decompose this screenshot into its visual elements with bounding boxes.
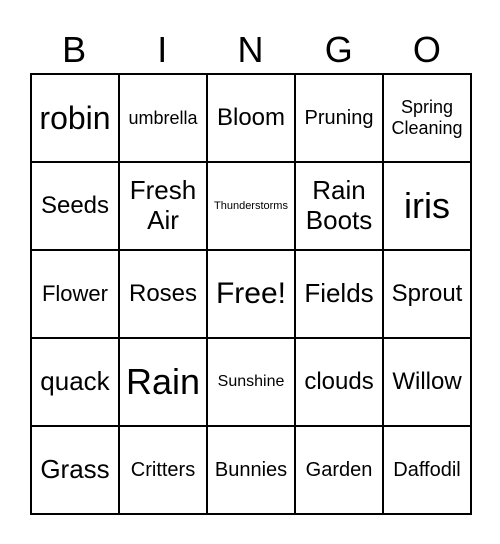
- bingo-cell[interactable]: iris: [383, 162, 471, 250]
- bingo-cell[interactable]: Bunnies: [207, 426, 295, 514]
- bingo-cell[interactable]: Bloom: [207, 74, 295, 162]
- header-letter: G: [324, 29, 353, 70]
- bingo-cell[interactable]: Pruning: [295, 74, 383, 162]
- header-letter: B: [62, 29, 87, 70]
- bingo-cell[interactable]: Willow: [383, 338, 471, 426]
- bingo-cell[interactable]: Daffodil: [383, 426, 471, 514]
- bingo-cell[interactable]: Sunshine: [207, 338, 295, 426]
- free-cell[interactable]: Free!: [207, 250, 295, 338]
- bingo-cell[interactable]: Seeds: [31, 162, 119, 250]
- bingo-cell[interactable]: Thunderstorms: [207, 162, 295, 250]
- header-letter: I: [157, 29, 168, 70]
- bingo-grid: robin umbrella Bloom Pruning Spring Clea…: [30, 73, 472, 515]
- bingo-cell[interactable]: robin: [31, 74, 119, 162]
- bingo-header: B I N G O: [30, 28, 471, 72]
- bingo-cell[interactable]: Roses: [119, 250, 207, 338]
- bingo-cell[interactable]: Rain: [119, 338, 207, 426]
- bingo-cell[interactable]: Fields: [295, 250, 383, 338]
- header-letter: O: [412, 29, 441, 70]
- bingo-cell[interactable]: quack: [31, 338, 119, 426]
- bingo-cell[interactable]: Grass: [31, 426, 119, 514]
- bingo-cell[interactable]: Fresh Air: [119, 162, 207, 250]
- bingo-cell[interactable]: Garden: [295, 426, 383, 514]
- bingo-cell[interactable]: clouds: [295, 338, 383, 426]
- bingo-cell[interactable]: Spring Cleaning: [383, 74, 471, 162]
- bingo-cell[interactable]: Rain Boots: [295, 162, 383, 250]
- bingo-cell[interactable]: Critters: [119, 426, 207, 514]
- bingo-cell[interactable]: umbrella: [119, 74, 207, 162]
- bingo-cell[interactable]: Flower: [31, 250, 119, 338]
- bingo-cell[interactable]: Sprout: [383, 250, 471, 338]
- header-letter: N: [237, 29, 264, 70]
